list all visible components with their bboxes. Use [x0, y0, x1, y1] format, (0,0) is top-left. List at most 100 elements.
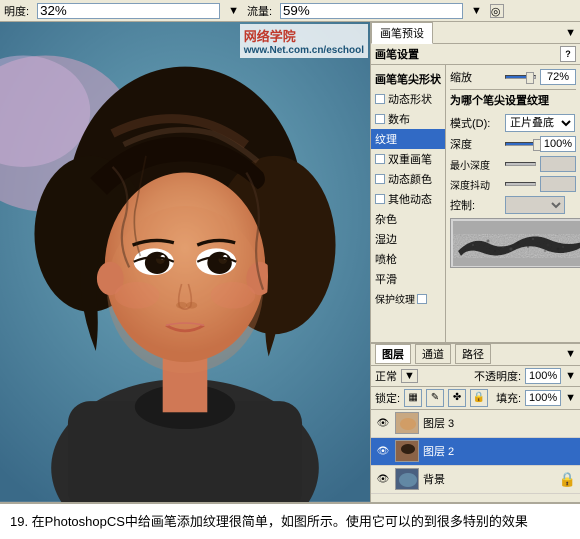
channels-tab[interactable]: 通道: [415, 344, 451, 364]
brush-presets-tab[interactable]: 画笔预设: [371, 22, 433, 44]
brush-help-btn[interactable]: ?: [560, 46, 576, 62]
sidebar-item-other-dynamic[interactable]: 其他动态: [371, 189, 445, 209]
scatter-checkbox[interactable]: [375, 114, 385, 124]
protect-texture-checkbox[interactable]: [417, 294, 427, 304]
layers-menu-btn[interactable]: ▼: [565, 348, 576, 360]
panel-header: 画笔预设 ▼: [371, 22, 580, 44]
flow-label: 流量:: [247, 3, 272, 19]
depth-jitter-row: 深度抖动: [450, 176, 576, 192]
mode-dropdown-btn[interactable]: ▼: [401, 369, 418, 383]
brush-preview-svg: [453, 221, 580, 266]
opacity-input[interactable]: [525, 368, 561, 384]
zoom-slider[interactable]: [505, 69, 576, 85]
sidebar-item-dual-brush[interactable]: 双重画笔: [371, 149, 445, 169]
lock-transparent-btn[interactable]: ▦: [404, 389, 422, 407]
panel-menu-btn[interactable]: ▼: [561, 25, 580, 41]
paths-tab[interactable]: 路径: [455, 344, 491, 364]
top-toolbar: 明度: ▼ 流量: ▼ ◎: [0, 0, 580, 22]
zoom-input[interactable]: [540, 69, 576, 85]
dual-brush-checkbox[interactable]: [375, 154, 385, 164]
content-area: 网络学院 www.Net.com.cn/eschool 画笔预设 ▼ 画笔设置 …: [0, 22, 580, 502]
dynamic-color-checkbox[interactable]: [375, 174, 385, 184]
panel-title-row: 画笔设置 ?: [371, 44, 580, 65]
opacity-label: 不透明度:: [474, 368, 521, 384]
layer-item-3[interactable]: 👁 图层 3: [371, 410, 580, 438]
sidebar-item-dynamic-color[interactable]: 动态颜色: [371, 169, 445, 189]
mode-select[interactable]: 正片叠底 正常 溶解: [505, 114, 575, 132]
layer-item-bg[interactable]: 👁 背景 🔒: [371, 466, 580, 494]
mode-row: 模式(D): 正片叠底 正常 溶解: [450, 114, 576, 132]
zoom-label: 缩放: [450, 69, 505, 85]
layer-thumb-2: [395, 440, 419, 462]
min-depth-row: 最小深度: [450, 156, 576, 172]
caption-text: 19. 在PhotoshopCS中给画笔添加纹理很简单，如图所示。使用它可以的到…: [10, 514, 528, 529]
opacity-dropdown[interactable]: ▼: [565, 370, 576, 382]
fill-dropdown[interactable]: ▼: [565, 392, 576, 404]
sidebar-item-smoothing[interactable]: 平滑: [371, 269, 445, 289]
sidebar-item-wet-edges[interactable]: 湿边: [371, 229, 445, 249]
layer-lock-icon-bg: 🔒: [559, 471, 576, 488]
layer-thumb-bg: [395, 468, 419, 490]
other-dynamic-checkbox[interactable]: [375, 194, 385, 204]
lock-all-btn[interactable]: 🔒: [470, 389, 488, 407]
net-url: www.Net.com.cn/eschool: [244, 45, 364, 56]
depth-jitter-input[interactable]: [540, 176, 576, 192]
layer-eye-2[interactable]: 👁: [375, 443, 391, 459]
brush-sidebar: 画笔笔尖形状 动态形状 数布 纹理 双重画笔: [371, 65, 446, 342]
mode-label-layers: 正常: [375, 368, 397, 384]
depth-jitter-area: [505, 176, 576, 192]
depth-input[interactable]: [540, 136, 576, 152]
layers-tab[interactable]: 图层: [375, 344, 411, 364]
brightness-input[interactable]: [37, 3, 220, 19]
lock-label: 锁定:: [375, 390, 400, 406]
main-container: 明度: ▼ 流量: ▼ ◎: [0, 0, 580, 539]
fill-input[interactable]: [525, 390, 561, 406]
layer-eye-3[interactable]: 👁: [375, 415, 391, 431]
depth-jitter-track: [505, 182, 536, 186]
brush-panel-body: 画笔笔尖形状 动态形状 数布 纹理 双重画笔: [371, 65, 580, 342]
brightness-label: 明度:: [4, 3, 29, 19]
dynamic-shape-checkbox[interactable]: [375, 94, 385, 104]
caption-area: 19. 在PhotoshopCS中给画笔添加纹理很简单，如图所示。使用它可以的到…: [0, 502, 580, 539]
sidebar-item-airbrush[interactable]: 喷枪: [371, 249, 445, 269]
sidebar-item-dynamic-shape[interactable]: 动态形状: [371, 89, 445, 109]
net-logo: 网络学院: [244, 26, 364, 45]
control-row: 控制:: [450, 196, 576, 214]
layers-list: 👁 图层 3 👁: [371, 410, 580, 502]
layers-panel: 图层 通道 路径 ▼ 正常 ▼ 不透明度: ▼ 锁定: ▦: [371, 342, 580, 502]
min-depth-label: 最小深度: [450, 157, 505, 172]
fill-label: 填充:: [496, 390, 521, 406]
layer-name-bg: 背景: [423, 471, 555, 487]
control-label: 控制:: [450, 197, 505, 213]
zoom-row: 缩放: [450, 69, 576, 85]
layer-item-2[interactable]: 👁 图层 2: [371, 438, 580, 466]
sidebar-item-texture[interactable]: 纹理: [371, 129, 445, 149]
options-icon[interactable]: ◎: [490, 4, 504, 18]
lock-pixels-btn[interactable]: ✎: [426, 389, 444, 407]
depth-track: [505, 142, 536, 146]
sidebar-item-noise[interactable]: 杂色: [371, 209, 445, 229]
sidebar-title: 画笔笔尖形状: [371, 69, 445, 89]
flow-input[interactable]: [280, 3, 463, 19]
lock-row: 锁定: ▦ ✎ ✤ 🔒 填充: ▼: [371, 387, 580, 410]
lock-position-btn[interactable]: ✤: [448, 389, 466, 407]
painting-canvas: [0, 22, 370, 502]
min-depth-area: [505, 156, 576, 172]
zoom-track: [505, 75, 536, 79]
layer-name-3: 图层 3: [423, 415, 572, 431]
layer-eye-bg[interactable]: 👁: [375, 471, 391, 487]
texture-section-title: 为哪个笔尖设置纹理: [450, 89, 576, 110]
depth-label: 深度: [450, 136, 505, 152]
control-select[interactable]: [505, 196, 565, 214]
layer-thumb-3: [395, 412, 419, 434]
brush-content: 缩放 为哪个笔尖设置纹理 模式(D):: [446, 65, 580, 342]
min-depth-input[interactable]: [540, 156, 576, 172]
depth-jitter-label: 深度抖动: [450, 177, 505, 192]
right-panel: 画笔预设 ▼ 画笔设置 ? 画笔笔尖形状 动态形状: [370, 22, 580, 502]
watermark: 网络学院 www.Net.com.cn/eschool: [240, 24, 368, 58]
canvas-area: 网络学院 www.Net.com.cn/eschool: [0, 22, 370, 502]
layer-name-2: 图层 2: [423, 443, 576, 459]
sidebar-item-protect-texture[interactable]: 保护纹理: [371, 289, 445, 308]
depth-slider[interactable]: [505, 136, 576, 152]
sidebar-item-scatter[interactable]: 数布: [371, 109, 445, 129]
